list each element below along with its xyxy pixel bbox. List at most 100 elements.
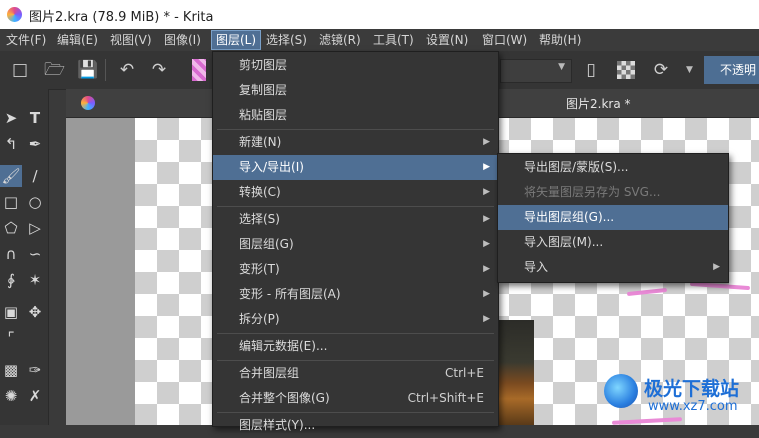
menu-item-label: 图层组(G) xyxy=(239,237,294,251)
watermark-title: 极光下载站 xyxy=(644,378,740,400)
menu-item-export-layer-group[interactable]: 导出图层组(G)... xyxy=(498,205,728,230)
menu-item-paste-layer[interactable]: 粘贴图层 xyxy=(213,103,498,128)
calligraphy-pen-icon[interactable]: ✒ xyxy=(24,133,46,155)
menu-item-cut-layer[interactable]: 剪切图层 xyxy=(213,53,498,78)
redo-icon[interactable]: ↷ xyxy=(149,60,169,80)
menu-item-label: 导入/导出(I) xyxy=(239,160,304,174)
freehand-path-icon[interactable]: ∽ xyxy=(24,243,46,265)
layer-menu: 剪切图层 复制图层 粘贴图层 新建(N) ▶ 导入/导出(I) ▶ 转换(C) ▶ 选… xyxy=(212,51,499,432)
menu-view[interactable]: 视图(V) xyxy=(106,31,156,49)
move-icon[interactable]: ✥ xyxy=(24,301,46,323)
menu-item-edit-metadata[interactable]: 编辑元数据(E)... xyxy=(213,334,498,359)
menu-item-save-vector-svg: 将矢量图层另存为 SVG... xyxy=(524,185,661,199)
checker-icon[interactable] xyxy=(617,61,635,79)
menu-item-transform-all-layers[interactable]: 变形 - 所有图层(A) ▶ xyxy=(213,282,498,307)
menu-item-group[interactable]: 图层组(G) ▶ xyxy=(213,232,498,257)
chevron-down-icon[interactable]: ▼ xyxy=(686,65,693,75)
gradient-icon[interactable]: ▩ xyxy=(0,359,22,381)
transform-icon[interactable]: ▣ xyxy=(0,301,22,323)
toolbar-separator xyxy=(105,59,106,81)
opacity-slider[interactable]: 不透明 xyxy=(704,56,759,84)
menu-bar: 文件(F) 编辑(E) 视图(V) 图像(I) 图层(L) 选择(S) 滤镜(R… xyxy=(0,29,759,51)
menu-file[interactable]: 文件(F) xyxy=(2,31,50,49)
eraser-icon[interactable]: ▯ xyxy=(581,60,601,80)
menu-settings[interactable]: 设置(N) xyxy=(422,31,472,49)
menu-item-label: 拆分(P) xyxy=(239,312,280,326)
menu-item-label: 变形 - 所有图层(A) xyxy=(239,287,341,301)
toolbox: ➤ T ↰ ✒ 🖌 ∕ □ ○ ⬠ ▷ ∩ ∽ ∳ ✶ ▣ ✥ ⌜ ▩ ✑ ✺ … xyxy=(0,89,49,425)
measure-icon[interactable]: ✗ xyxy=(24,385,46,407)
pointer-icon[interactable]: ➤ xyxy=(0,107,22,129)
document-tab[interactable]: 图片2.kra * xyxy=(566,95,631,112)
menu-item-merge-group[interactable]: 合并图层组 Ctrl+E xyxy=(213,361,498,386)
menu-layer[interactable]: 图层(L) xyxy=(211,30,262,50)
menu-item-label: 转换(C) xyxy=(239,185,281,199)
watermark: 极光下载站 www.xz7.com xyxy=(604,372,754,422)
chevron-right-icon: ▶ xyxy=(483,162,490,172)
menu-item-shortcut: Ctrl+E xyxy=(445,366,484,380)
brush-icon[interactable]: 🖌 xyxy=(0,165,22,187)
dynamic-brush-icon[interactable]: ∳ xyxy=(0,269,22,291)
brush-preset-swatch[interactable] xyxy=(192,59,206,81)
edit-shapes-icon[interactable]: ↰ xyxy=(0,133,22,155)
menu-item-layer-style[interactable]: 图层样式(Y)... xyxy=(213,413,498,438)
chevron-right-icon: ▶ xyxy=(483,314,490,324)
line-icon[interactable]: ∕ xyxy=(24,165,46,187)
menu-item-label: 选择(S) xyxy=(239,212,280,226)
menu-help[interactable]: 帮助(H) xyxy=(535,31,585,49)
menu-item-export-layer-mask[interactable]: 导出图层/蒙版(S)... xyxy=(498,155,728,180)
smart-patch-icon[interactable]: ✺ xyxy=(0,385,22,407)
menu-item-transform[interactable]: 变形(T) ▶ xyxy=(213,257,498,282)
menu-item-label: 新建(N) xyxy=(239,135,282,149)
menu-item-label: 变形(T) xyxy=(239,262,280,276)
new-document-icon[interactable]: □ xyxy=(10,60,30,80)
chevron-right-icon: ▶ xyxy=(483,137,490,147)
krita-app-icon xyxy=(7,7,22,22)
color-picker-icon[interactable]: ✑ xyxy=(24,359,46,381)
chevron-right-icon: ▶ xyxy=(713,262,720,272)
menu-item-import[interactable]: 导入 ▶ xyxy=(498,255,728,280)
menu-item-label: 导入 xyxy=(524,260,549,274)
bezier-icon[interactable]: ∩ xyxy=(0,243,22,265)
multibrush-icon[interactable]: ✶ xyxy=(24,269,46,291)
chevron-right-icon: ▶ xyxy=(483,187,490,197)
polygon-icon[interactable]: ⬠ xyxy=(0,217,22,239)
text-icon[interactable]: T xyxy=(24,107,46,129)
chevron-down-icon: ▼ xyxy=(558,62,565,72)
ellipse-icon[interactable]: ○ xyxy=(24,191,46,213)
menu-select[interactable]: 选择(S) xyxy=(262,31,311,49)
window-title: 图片2.kra (78.9 MiB) * - Krita xyxy=(29,10,214,25)
menu-item-import-layer[interactable]: 导入图层(M)... xyxy=(498,230,728,255)
menu-item-label: 合并整个图像(G) xyxy=(239,391,330,405)
rectangle-icon[interactable]: □ xyxy=(0,191,22,213)
chevron-right-icon: ▶ xyxy=(483,264,490,274)
open-folder-icon[interactable]: 🗁 xyxy=(44,60,65,80)
polyline-icon[interactable]: ▷ xyxy=(24,217,46,239)
save-icon[interactable]: 💾 xyxy=(77,60,98,80)
menu-item-split[interactable]: 拆分(P) ▶ xyxy=(213,307,498,332)
menu-filter[interactable]: 滤镜(R) xyxy=(315,31,365,49)
menu-image[interactable]: 图像(I) xyxy=(160,31,205,49)
crop-icon[interactable]: ⌜ xyxy=(0,327,22,349)
krita-document-icon xyxy=(81,96,95,110)
undo-icon[interactable]: ↶ xyxy=(117,60,137,80)
menu-edit[interactable]: 编辑(E) xyxy=(53,31,102,49)
menu-tools[interactable]: 工具(T) xyxy=(369,31,418,49)
watermark-url: www.xz7.com xyxy=(648,399,738,414)
menu-item-copy-layer[interactable]: 复制图层 xyxy=(213,78,498,103)
chevron-right-icon: ▶ xyxy=(483,239,490,249)
menu-item-convert[interactable]: 转换(C) ▶ xyxy=(213,180,498,205)
menu-item-import-export[interactable]: 导入/导出(I) ▶ xyxy=(213,155,498,180)
chevron-right-icon: ▶ xyxy=(483,289,490,299)
menu-window[interactable]: 窗口(W) xyxy=(478,31,531,49)
menu-item-select[interactable]: 选择(S) ▶ xyxy=(213,207,498,232)
blend-mode-select[interactable]: ▼ xyxy=(500,59,572,83)
chevron-right-icon: ▶ xyxy=(483,214,490,224)
reload-icon[interactable]: ⟳ xyxy=(651,60,671,80)
title-bar: 图片2.kra (78.9 MiB) * - Krita xyxy=(0,0,759,29)
menu-item-flatten-image[interactable]: 合并整个图像(G) Ctrl+Shift+E xyxy=(213,386,498,411)
import-export-submenu: 导出图层/蒙版(S)... 将矢量图层另存为 SVG... 导出图层组(G)..… xyxy=(497,153,729,283)
menu-item-label: 合并图层组 xyxy=(239,366,300,380)
canvas-margin xyxy=(66,118,135,425)
menu-item-new[interactable]: 新建(N) ▶ xyxy=(213,130,498,155)
